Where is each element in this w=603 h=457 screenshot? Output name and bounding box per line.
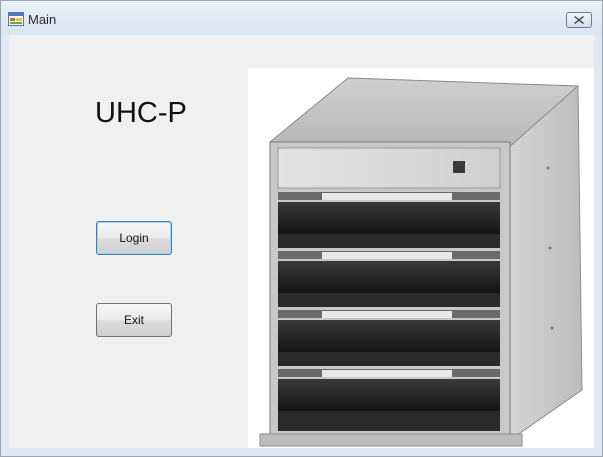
main-window: Main UHC-P Login Exit — [0, 0, 603, 457]
windows-form-icon — [8, 12, 24, 26]
product-image — [248, 68, 594, 448]
window-title: Main — [28, 12, 57, 27]
form-client-area: UHC-P Login Exit — [9, 35, 594, 448]
exit-button-label: Exit — [123, 313, 144, 327]
login-button-label: Login — [119, 231, 149, 245]
close-icon — [574, 11, 584, 29]
login-button[interactable]: Login — [96, 221, 172, 255]
exit-button[interactable]: Exit — [96, 303, 172, 337]
title-bar[interactable]: Main — [1, 1, 602, 35]
app-title: UHC-P — [95, 97, 187, 129]
close-button[interactable] — [566, 12, 592, 28]
